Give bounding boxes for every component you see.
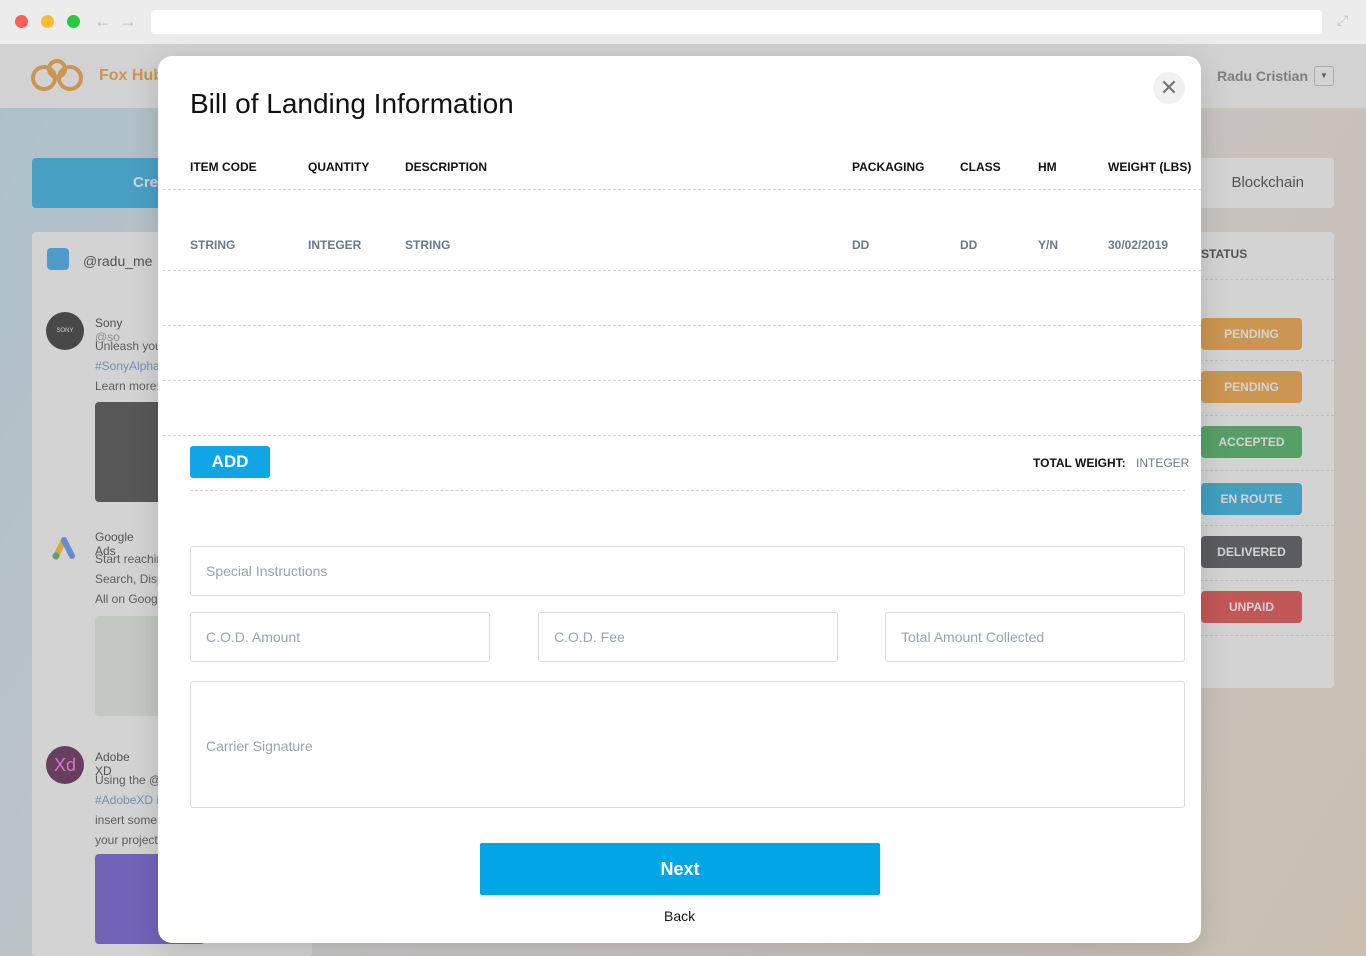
minimize-window-button[interactable] [41, 15, 54, 28]
cell-hm[interactable]: Y/N [1038, 238, 1058, 252]
table-divider [163, 380, 1201, 381]
back-arrow-icon[interactable]: ← [94, 11, 112, 31]
cell-weight[interactable]: 30/02/2019 [1108, 238, 1168, 252]
cell-description[interactable]: STRING [405, 238, 450, 252]
address-bar[interactable] [151, 10, 1322, 34]
cell-class[interactable]: DD [960, 238, 977, 252]
next-button[interactable]: Next [480, 843, 880, 895]
table-divider [163, 270, 1201, 271]
browser-chrome: ← → ⤢ [0, 0, 1366, 44]
column-header-description: DESCRIPTION [405, 160, 488, 174]
cod-amount-input[interactable] [190, 612, 490, 662]
column-header-quantity: QUANTITY [308, 160, 370, 174]
special-instructions-input[interactable] [190, 546, 1185, 596]
fullscreen-icon[interactable]: ⤢ [1337, 12, 1348, 29]
total-weight-value: INTEGER [1136, 456, 1190, 470]
cell-quantity[interactable]: INTEGER [308, 238, 361, 252]
column-header-hm: HM [1038, 160, 1057, 174]
carrier-signature-field[interactable] [190, 681, 1185, 808]
cod-fee-input[interactable] [538, 612, 838, 662]
table-divider [190, 490, 1185, 491]
cell-packaging[interactable]: DD [852, 238, 869, 252]
close-icon[interactable]: ✕ [1153, 72, 1185, 104]
column-header-packaging: PACKAGING [852, 160, 925, 174]
back-link[interactable]: Back [664, 908, 695, 924]
column-header-class: CLASS [960, 160, 1001, 174]
modal-title: Bill of Landing Information [190, 88, 514, 119]
add-row-button[interactable]: ADD [190, 446, 270, 478]
total-weight-label: TOTAL WEIGHT: [1033, 456, 1126, 470]
close-window-button[interactable] [15, 15, 28, 28]
cell-item-code[interactable]: STRING [190, 238, 235, 252]
table-divider [163, 435, 1201, 436]
bill-of-lading-modal: Bill of Landing Information ✕ ITEM CODE … [158, 56, 1201, 943]
column-header-item-code: ITEM CODE [190, 160, 257, 174]
table-divider [163, 325, 1201, 326]
maximize-window-button[interactable] [67, 15, 80, 28]
forward-arrow-icon[interactable]: → [119, 11, 137, 31]
total-amount-collected-input[interactable] [885, 612, 1185, 662]
table-divider [163, 189, 1201, 190]
column-header-weight: WEIGHT (LBS) [1108, 160, 1192, 174]
